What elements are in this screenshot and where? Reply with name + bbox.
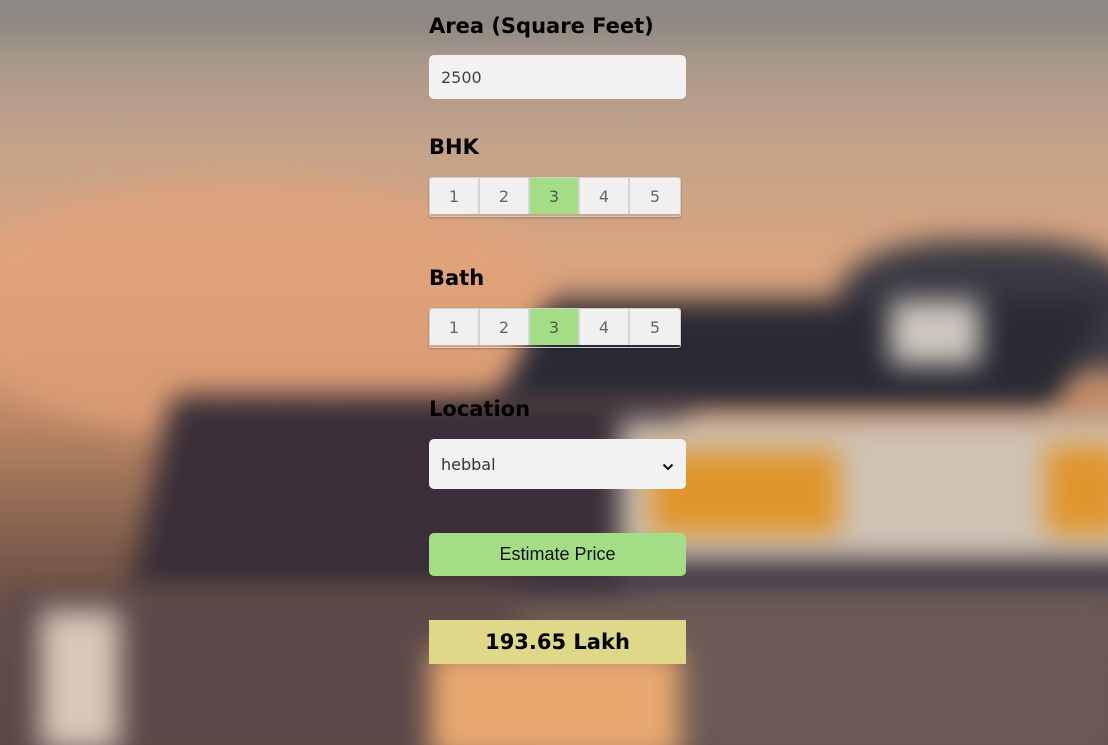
bhk-option-5[interactable]: 5: [630, 178, 680, 214]
bath-option-2[interactable]: 2: [480, 309, 530, 345]
area-input[interactable]: [429, 55, 686, 99]
estimate-price-button[interactable]: Estimate Price: [429, 533, 686, 576]
chevron-down-icon: [662, 458, 674, 471]
bath-option-1[interactable]: 1: [430, 309, 480, 345]
bath-option-4[interactable]: 4: [580, 309, 630, 345]
location-selected-value: hebbal: [441, 454, 496, 474]
location-select[interactable]: hebbal: [429, 439, 686, 489]
bhk-option-1[interactable]: 1: [430, 178, 480, 214]
area-label: Area (Square Feet): [429, 14, 654, 38]
bhk-selector: 1 2 3 4 5: [429, 177, 681, 217]
bhk-option-3[interactable]: 3: [530, 178, 580, 214]
bath-selector: 1 2 3 4 5: [429, 308, 681, 348]
bath-option-5[interactable]: 5: [630, 309, 680, 345]
bath-option-3[interactable]: 3: [530, 309, 580, 345]
bhk-label: BHK: [429, 135, 479, 159]
bath-label: Bath: [429, 266, 485, 290]
estimated-price-result: 193.65 Lakh: [429, 620, 686, 664]
bhk-option-4[interactable]: 4: [580, 178, 630, 214]
location-label: Location: [429, 397, 531, 421]
bhk-option-2[interactable]: 2: [480, 178, 530, 214]
